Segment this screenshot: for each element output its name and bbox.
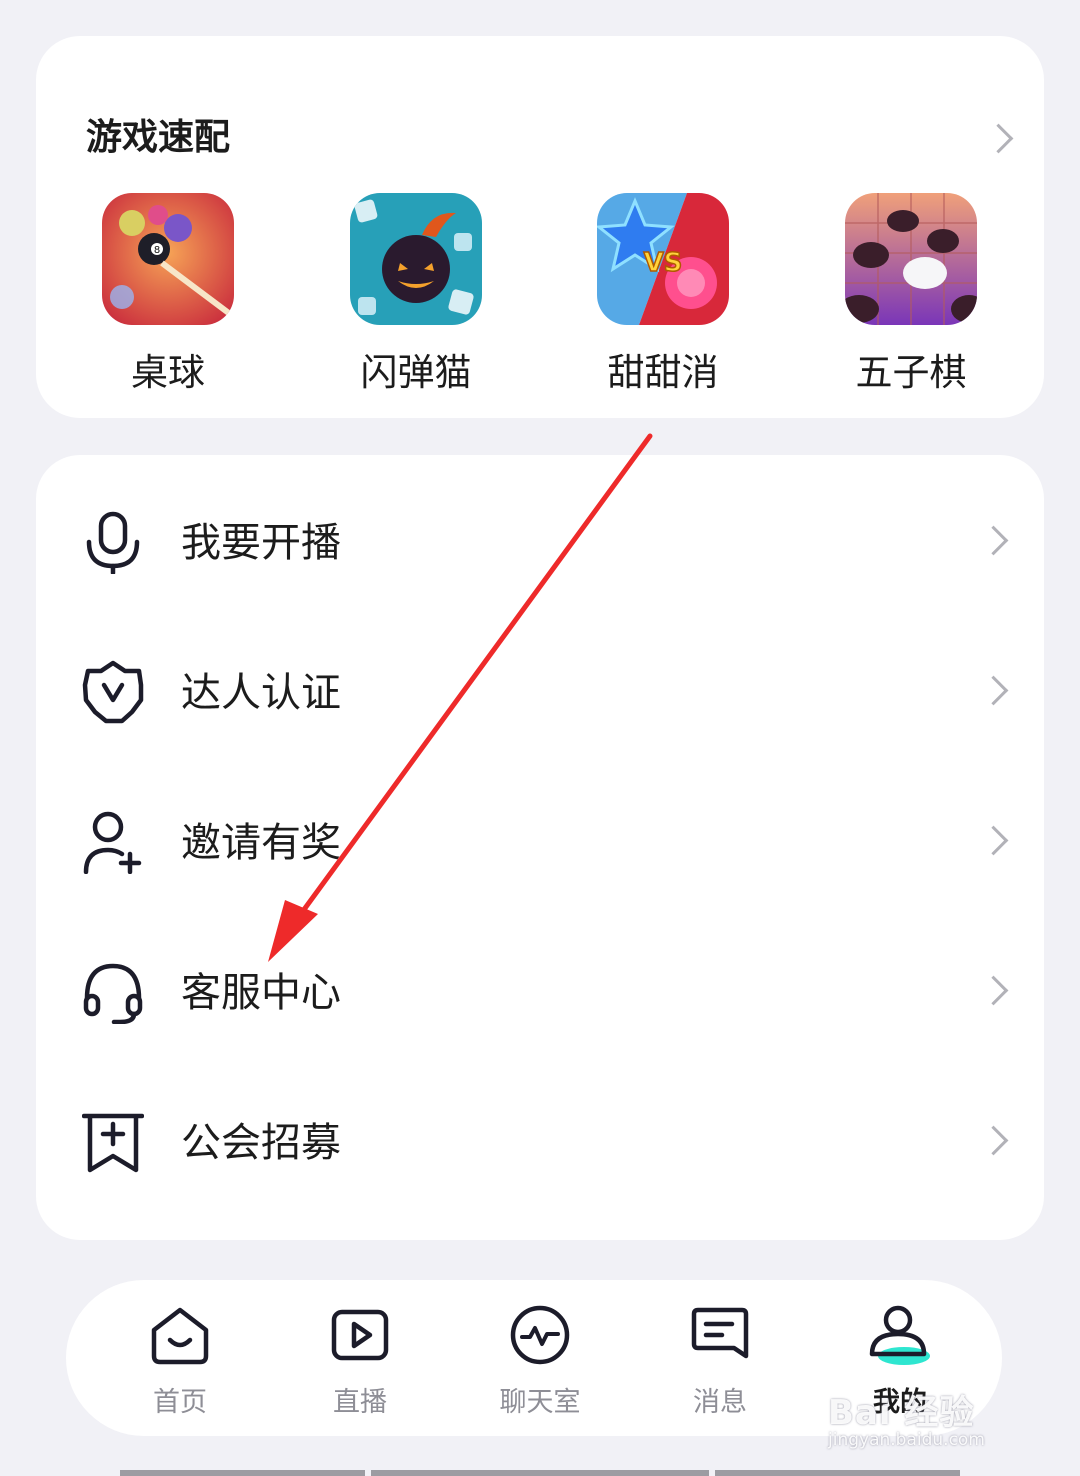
annotation-arrow bbox=[268, 433, 653, 962]
